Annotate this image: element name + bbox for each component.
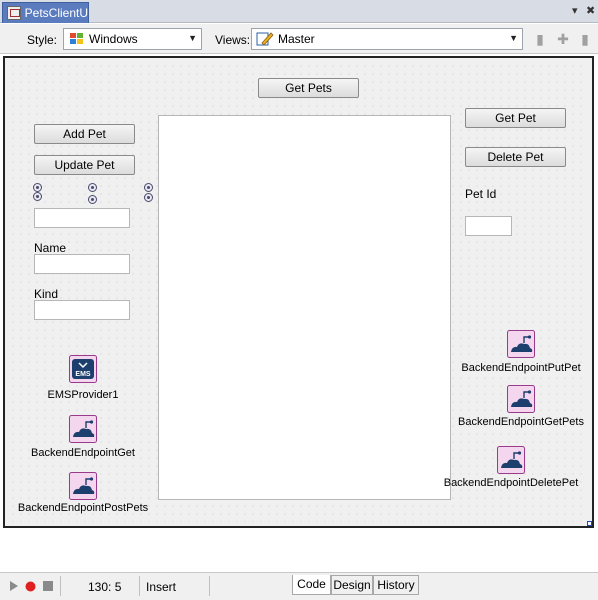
cursor-position: 130: 5 bbox=[88, 580, 122, 594]
component-label: BackendEndpointPutPet bbox=[461, 362, 581, 374]
form-designer-toolbar: Style: Windows ▼ Views: Master ▼ ▮ ✚ ▮ bbox=[0, 24, 598, 54]
status-separator bbox=[60, 576, 61, 596]
tab-history[interactable]: History bbox=[373, 575, 419, 595]
views-combo-value: Master bbox=[278, 32, 315, 46]
backend-endpoint-icon[interactable] bbox=[507, 385, 535, 413]
ems-provider-icon[interactable]: EMS bbox=[69, 355, 97, 383]
views-label: Views: bbox=[215, 33, 251, 47]
layout-grip-icon[interactable] bbox=[88, 183, 97, 192]
add-pet-button[interactable]: Add Pet bbox=[34, 124, 135, 144]
pets-memo[interactable] bbox=[158, 115, 451, 500]
update-pet-button[interactable]: Update Pet bbox=[34, 155, 135, 175]
backend-endpoint-icon[interactable] bbox=[497, 446, 525, 474]
close-tab-icon[interactable]: ✖ bbox=[586, 4, 595, 17]
style-label: Style: bbox=[27, 33, 58, 47]
component-label: EMSProvider1 bbox=[47, 389, 119, 401]
view-document-icon[interactable]: ▮ bbox=[533, 31, 547, 47]
component-label: BackendEndpointGetPets bbox=[458, 416, 584, 428]
record-icon[interactable] bbox=[25, 581, 36, 592]
edit-mode: Insert bbox=[146, 580, 177, 594]
style-combo-value: Windows bbox=[89, 32, 138, 46]
editor-tab-strip: PetsClientU ▾ ✖ bbox=[0, 0, 598, 23]
backend-endpoint-icon[interactable] bbox=[507, 330, 535, 358]
backend-endpoint-icon[interactable] bbox=[69, 415, 97, 443]
device-view-icon[interactable]: ▮ bbox=[578, 31, 592, 47]
tab-pets-client-unit[interactable]: PetsClientU bbox=[2, 2, 89, 23]
pet-id-left-field[interactable] bbox=[34, 208, 130, 228]
backend-endpoint-icon[interactable] bbox=[69, 472, 97, 500]
status-separator bbox=[209, 576, 210, 596]
tab-design[interactable]: Design bbox=[331, 575, 373, 595]
style-combo[interactable]: Windows ▼ bbox=[63, 28, 202, 50]
layout-grip-icon[interactable] bbox=[88, 195, 97, 204]
views-combo[interactable]: Master ▼ bbox=[251, 28, 523, 50]
pet-id-field[interactable] bbox=[465, 216, 512, 236]
kind-field[interactable] bbox=[34, 300, 130, 320]
name-field[interactable] bbox=[34, 254, 130, 274]
tab-list-dropdown-icon[interactable]: ▾ bbox=[572, 4, 578, 17]
master-view-icon bbox=[256, 32, 274, 46]
layout-grip-icon[interactable] bbox=[144, 183, 153, 192]
form-designer-canvas[interactable]: Get Pets Add Pet Update Pet Name Kind Ge… bbox=[3, 56, 594, 528]
form-file-icon bbox=[7, 6, 21, 20]
puzzle-icon[interactable]: ✚ bbox=[556, 31, 570, 47]
tab-label: PetsClientU bbox=[24, 6, 88, 20]
get-pets-button[interactable]: Get Pets bbox=[258, 78, 359, 98]
delete-pet-button[interactable]: Delete Pet bbox=[465, 147, 566, 167]
pet-id-label: Pet Id bbox=[465, 187, 497, 201]
layout-grip-icon[interactable] bbox=[33, 192, 42, 201]
layout-grip-icon[interactable] bbox=[144, 193, 153, 202]
svg-text:EMS: EMS bbox=[75, 371, 91, 378]
form-resize-handle[interactable] bbox=[587, 521, 592, 526]
tab-code[interactable]: Code bbox=[292, 575, 331, 595]
get-pet-button[interactable]: Get Pet bbox=[465, 108, 566, 128]
form-surface[interactable]: Get Pets Add Pet Update Pet Name Kind Ge… bbox=[9, 62, 588, 522]
status-bar: 130: 5 Insert Code Design History bbox=[0, 572, 598, 600]
chevron-down-icon: ▼ bbox=[188, 33, 197, 43]
layout-grip-icon[interactable] bbox=[33, 183, 42, 192]
status-separator bbox=[139, 576, 140, 596]
component-label: BackendEndpointDeletePet bbox=[443, 477, 579, 489]
windows-logo-icon bbox=[70, 33, 83, 44]
stop-icon[interactable] bbox=[43, 581, 53, 591]
component-label: BackendEndpointPostPets bbox=[17, 502, 149, 514]
name-label: Name bbox=[34, 241, 67, 255]
play-icon[interactable] bbox=[9, 581, 19, 591]
chevron-down-icon: ▼ bbox=[509, 33, 518, 43]
kind-label: Kind bbox=[34, 287, 59, 301]
component-label: BackendEndpointGet bbox=[31, 447, 135, 459]
